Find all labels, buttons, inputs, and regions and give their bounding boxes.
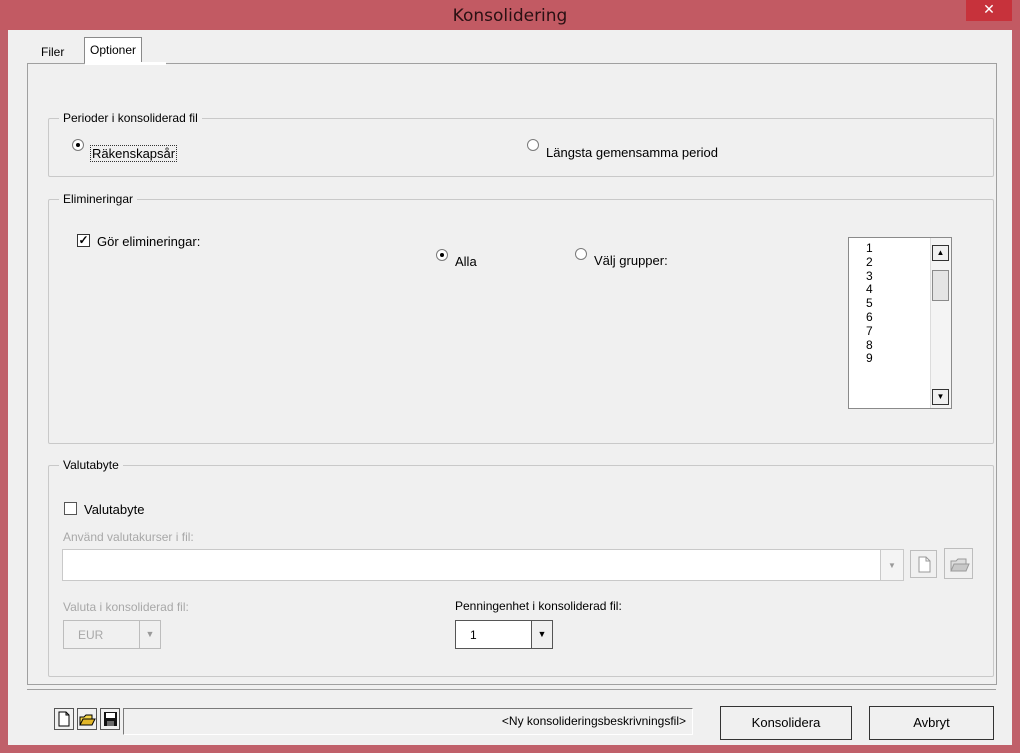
open-file-button[interactable] <box>77 708 97 730</box>
radio-valj-grupper[interactable] <box>575 248 587 260</box>
new-currency-file-button[interactable] <box>910 550 937 578</box>
avbryt-button[interactable]: Avbryt <box>869 706 994 740</box>
gor-elimineringar-checkbox[interactable]: ✓ <box>77 234 90 247</box>
perioder-legend: Perioder i konsoliderad fil <box>59 111 202 125</box>
unit-select[interactable]: 1 ▼ <box>455 620 553 649</box>
valutabyte-checkbox-label[interactable]: Valutabyte <box>84 502 144 517</box>
active-tab-connector <box>85 62 166 65</box>
open-folder-icon <box>79 714 96 726</box>
tab-filer[interactable]: Filer <box>36 41 69 63</box>
dropdown-arrow-icon: ▼ <box>888 561 896 570</box>
status-text: <Ny konsolideringsbeskrivningsfil> <box>501 714 686 728</box>
radio-alla[interactable] <box>436 249 448 261</box>
unit-label: Penningenhet i konsoliderad fil: <box>455 599 622 613</box>
new-file-button[interactable] <box>54 708 74 730</box>
radio-rakenskapsar-label[interactable]: Räkenskapsår <box>90 145 178 162</box>
currency-label: Valuta i konsoliderad fil: <box>63 600 189 614</box>
gor-elimineringar-label[interactable]: Gör elimineringar: <box>97 234 200 249</box>
elimineringar-legend: Elimineringar <box>59 192 138 206</box>
valutabyte-checkbox[interactable] <box>64 502 77 515</box>
currency-value: EUR <box>78 628 104 642</box>
status-field: <Ny konsolideringsbeskrivningsfil> <box>123 708 693 735</box>
radio-langsta-period[interactable] <box>527 139 539 151</box>
valutakurser-file-input[interactable] <box>62 549 904 581</box>
valutakurser-file-label: Använd valutakurser i fil: <box>63 530 194 544</box>
listbox-scrollbar[interactable]: ▲ ▼ <box>930 238 951 408</box>
new-file-icon <box>58 711 70 727</box>
radio-rakenskapsar[interactable] <box>72 139 84 151</box>
close-icon: ✕ <box>983 2 995 18</box>
scroll-up-icon[interactable]: ▲ <box>932 245 949 261</box>
groups-listbox[interactable]: 1 2 3 4 5 6 7 8 9 ▲ ▼ <box>848 237 952 409</box>
konsolidera-button[interactable]: Konsolidera <box>720 706 852 740</box>
title-bar: Konsolidering ✕ <box>0 0 1020 30</box>
perioder-group: Perioder i konsoliderad fil <box>48 111 994 177</box>
new-file-icon <box>918 556 931 573</box>
save-icon <box>104 712 117 726</box>
currency-select[interactable]: EUR ▼ <box>63 620 161 649</box>
dropdown-arrow-icon: ▼ <box>531 621 552 648</box>
tab-optioner[interactable]: Optioner <box>84 37 143 64</box>
valutabyte-legend: Valutabyte <box>59 458 123 472</box>
radio-langsta-period-label[interactable]: Längsta gemensamma period <box>546 145 718 160</box>
save-file-button[interactable] <box>100 708 120 730</box>
open-currency-file-button[interactable] <box>944 548 973 579</box>
radio-valj-grupper-label[interactable]: Välj grupper: <box>594 253 668 268</box>
footer-divider <box>27 689 996 690</box>
unit-value: 1 <box>470 628 477 642</box>
radio-alla-label[interactable]: Alla <box>455 254 477 269</box>
close-button[interactable]: ✕ <box>966 0 1012 21</box>
scroll-thumb[interactable] <box>932 270 949 301</box>
scroll-down-icon[interactable]: ▼ <box>932 389 949 405</box>
file-dropdown-button[interactable]: ▼ <box>880 549 904 581</box>
dropdown-arrow-icon: ▼ <box>139 621 160 648</box>
open-folder-icon <box>950 558 970 572</box>
window-title: Konsolidering <box>452 6 568 26</box>
